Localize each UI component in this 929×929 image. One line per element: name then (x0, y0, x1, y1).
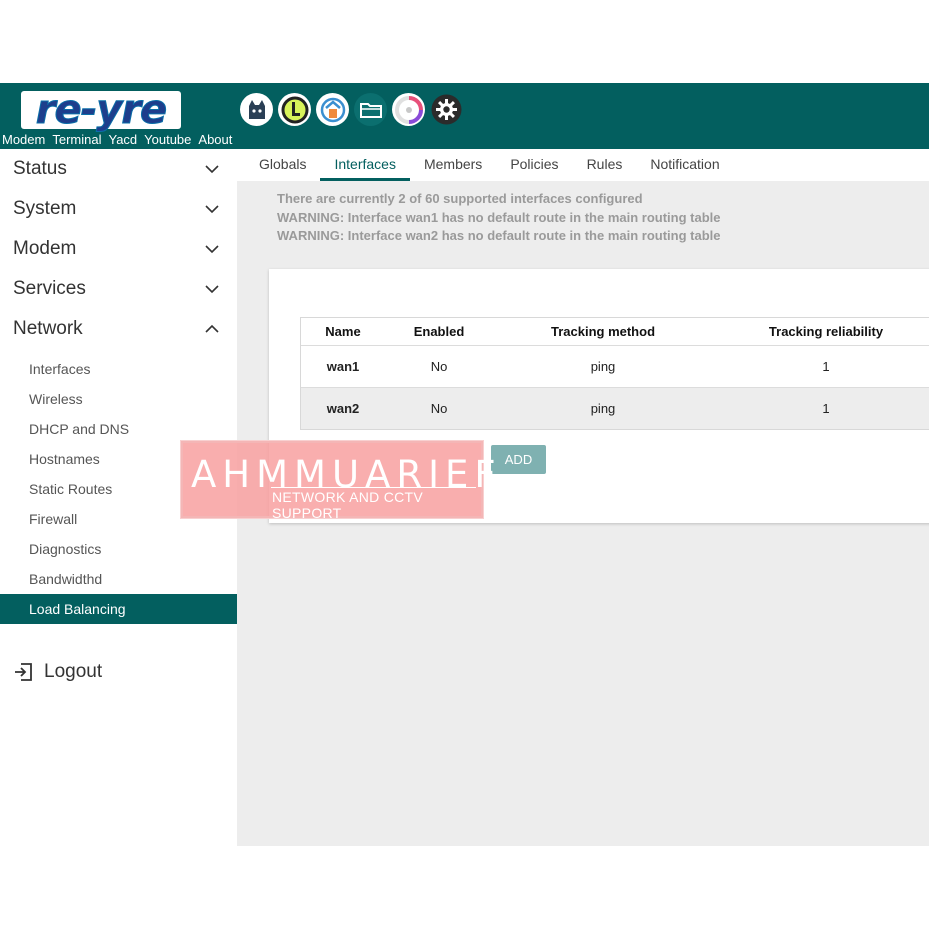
status-notices: There are currently 2 of 60 supported in… (277, 190, 721, 246)
network-tool-icon[interactable] (316, 93, 349, 126)
cat-icon[interactable] (240, 93, 273, 126)
sidebar-item-wireless[interactable]: Wireless (0, 384, 237, 414)
logout-icon (15, 663, 32, 681)
sidebar-menu-label: Status (13, 158, 67, 179)
notice-warning-wan1: WARNING: Interface wan1 has no default r… (277, 209, 721, 225)
top-link-modem[interactable]: Modem (2, 132, 45, 147)
logout-button[interactable]: Logout (13, 661, 102, 683)
tab-interfaces[interactable]: Interfaces (320, 149, 410, 181)
tab-policies[interactable]: Policies (496, 149, 572, 181)
cell-tracking-method: ping (590, 401, 616, 416)
chevron-down-icon (205, 165, 219, 174)
folder-icon[interactable] (354, 93, 387, 126)
cell-enabled: No (430, 401, 448, 416)
sidebar-menu-label: System (13, 198, 77, 219)
sidebar-menu-network[interactable]: Network (0, 309, 237, 349)
notice-count: There are currently 2 of 60 supported in… (277, 191, 643, 206)
tab-globals[interactable]: Globals (245, 149, 320, 181)
sidebar-item-diagnostics[interactable]: Diagnostics (0, 534, 237, 564)
watermark: AHMMUARIEF NETWORK AND CCTV SUPPORT (180, 440, 496, 521)
table-row[interactable]: wan1 No ping 1 (301, 345, 929, 387)
chevron-up-icon (205, 324, 219, 333)
sidebar-menu-services[interactable]: Services (0, 269, 237, 309)
logout-label: Logout (44, 661, 103, 682)
speedometer-icon[interactable] (392, 93, 425, 126)
top-link-terminal[interactable]: Terminal (52, 132, 101, 147)
sidebar-menu-modem[interactable]: Modem (0, 229, 237, 269)
sidebar-menu-label: Modem (13, 238, 77, 259)
tab-members[interactable]: Members (410, 149, 496, 181)
sidebar-item-load-balancing[interactable]: Load Balancing (0, 594, 237, 624)
app-window: re-yre Modem Terminal Yacd Youtube About (0, 0, 929, 929)
tab-notification[interactable]: Notification (636, 149, 733, 181)
column-header-tracking-reliability: Tracking reliability (768, 324, 884, 339)
top-header: re-yre Modem Terminal Yacd Youtube About (0, 83, 929, 149)
interfaces-table: Name Enabled Tracking method Tracking re… (300, 317, 929, 430)
table-header: Name Enabled Tracking method Tracking re… (301, 318, 929, 345)
column-header-enabled: Enabled (413, 324, 465, 339)
notice-warning-wan2: WARNING: Interface wan2 has no default r… (277, 228, 721, 243)
sidebar-item-interfaces[interactable]: Interfaces (0, 354, 237, 384)
gear-icon[interactable] (430, 93, 463, 126)
cell-tracking-method: ping (590, 359, 616, 374)
column-header-tracking-method: Tracking method (550, 324, 656, 339)
cell-name: wan2 (326, 401, 360, 416)
top-nav: Modem Terminal Yacd Youtube About (2, 132, 232, 147)
chevron-down-icon (205, 285, 219, 294)
tab-rules[interactable]: Rules (573, 149, 637, 181)
cell-enabled: No (430, 359, 448, 374)
sidebar-menu-label: Network (13, 318, 83, 339)
sidebar-item-dhcp-dns[interactable]: DHCP and DNS (0, 414, 237, 444)
top-link-youtube[interactable]: Youtube (144, 132, 191, 147)
app-shortcuts (240, 93, 463, 126)
sidebar-item-bandwidthd[interactable]: Bandwidthd (0, 564, 237, 594)
tab-bar: Globals Interfaces Members Policies Rule… (237, 149, 929, 181)
top-link-about[interactable]: About (198, 132, 232, 147)
cell-tracking-reliability: 1 (822, 359, 830, 374)
watermark-subtitle: NETWORK AND CCTV SUPPORT (272, 489, 424, 521)
column-header-name: Name (325, 324, 361, 339)
top-link-yacd[interactable]: Yacd (108, 132, 137, 147)
chevron-down-icon (205, 245, 219, 254)
sidebar-menu-status[interactable]: Status (0, 149, 237, 189)
chevron-down-icon (205, 205, 219, 214)
sidebar-menu-system[interactable]: System (0, 189, 237, 229)
power-icon[interactable] (278, 93, 311, 126)
cell-name: wan1 (326, 359, 360, 374)
table-row[interactable]: wan2 No ping 1 (301, 387, 929, 429)
sidebar-menu-label: Services (13, 278, 86, 299)
cell-tracking-reliability: 1 (822, 401, 830, 416)
brand-logo[interactable]: re-yre (21, 90, 181, 131)
watermark-divider (271, 487, 476, 488)
